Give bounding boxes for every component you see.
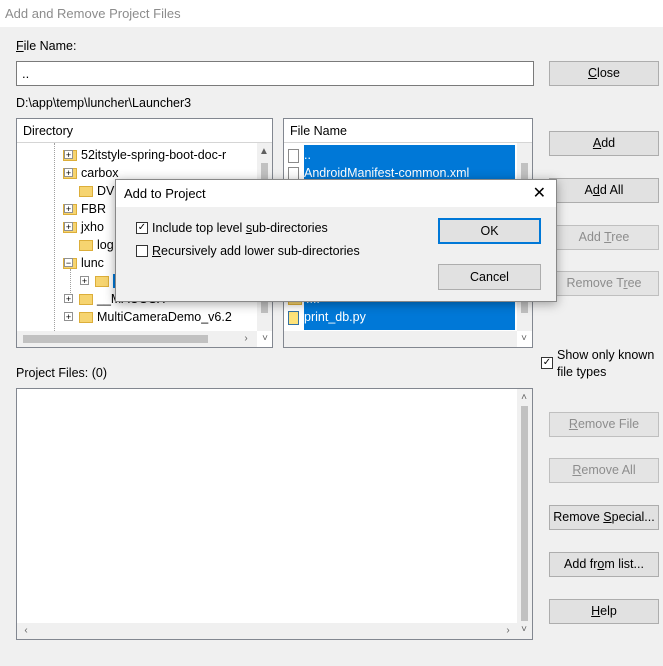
close-button[interactable]: Close bbox=[549, 61, 659, 86]
folder-icon bbox=[79, 240, 93, 252]
add-from-list-button[interactable]: Add from list... bbox=[549, 552, 659, 577]
file-horizontal-scrollbar[interactable] bbox=[284, 331, 517, 347]
expand-icon[interactable]: + bbox=[64, 312, 73, 322]
directory-header[interactable]: Directory bbox=[17, 119, 272, 143]
project-files-vertical-scrollbar[interactable]: ˄ ˅ bbox=[517, 389, 532, 639]
cancel-button[interactable]: Cancel bbox=[438, 264, 541, 290]
add-button[interactable]: Add bbox=[549, 131, 659, 156]
window-title: Add and Remove Project Files bbox=[5, 6, 181, 21]
add-tree-button[interactable]: Add Tree bbox=[549, 225, 659, 250]
expand-icon[interactable]: + bbox=[64, 204, 73, 214]
dir-item-log[interactable]: log bbox=[79, 236, 114, 254]
scroll-thumb[interactable] bbox=[521, 406, 528, 621]
add-to-project-dialog: Add to Project ✕ ✓ Include top level sub… bbox=[115, 179, 557, 302]
recursively-add-label: Recursively add lower sub-directories bbox=[152, 244, 360, 258]
show-only-known-label: Show only known file types bbox=[557, 348, 655, 379]
scroll-down-icon[interactable]: ˅ bbox=[258, 333, 272, 344]
scroll-right-icon[interactable]: › bbox=[501, 625, 515, 636]
close-icon[interactable]: ✕ bbox=[533, 183, 546, 203]
current-path: D:\app\temp\luncher\Launcher3 bbox=[16, 96, 192, 110]
remove-all-button[interactable]: Remove All bbox=[549, 458, 659, 483]
show-only-known-checkbox[interactable]: ✓ bbox=[541, 357, 553, 369]
folder-icon bbox=[79, 294, 93, 306]
file-name-header[interactable]: File Name bbox=[284, 119, 532, 143]
title-bar: Add and Remove Project Files bbox=[0, 0, 663, 27]
dialog-title: Add to Project bbox=[124, 186, 206, 201]
add-all-button[interactable]: Add All bbox=[549, 178, 659, 203]
file-name-label: File Name: bbox=[16, 39, 77, 53]
directory-horizontal-scrollbar[interactable]: › bbox=[17, 331, 257, 347]
file-name-input[interactable]: .. bbox=[16, 61, 534, 86]
remove-file-button[interactable]: Remove File bbox=[549, 412, 659, 437]
expand-icon[interactable]: + bbox=[64, 150, 73, 160]
folder-icon bbox=[79, 186, 93, 198]
python-file-icon bbox=[288, 310, 299, 325]
scroll-thumb[interactable] bbox=[23, 335, 208, 343]
dialog-title-bar: Add to Project ✕ bbox=[116, 180, 556, 207]
project-files-list[interactable]: ˄ ˅ ‹ › bbox=[16, 388, 533, 640]
expand-icon[interactable]: + bbox=[80, 276, 89, 286]
file-item-print-db[interactable]: print_db.py bbox=[288, 308, 366, 326]
folder-icon bbox=[95, 276, 109, 288]
scroll-up-icon[interactable]: ▲ bbox=[257, 146, 271, 157]
dir-item-52itstyle[interactable]: 52itstyle-spring-boot-doc-r bbox=[63, 146, 226, 164]
expand-icon[interactable]: + bbox=[64, 294, 73, 304]
help-button[interactable]: Help bbox=[549, 599, 659, 624]
remove-special-button[interactable]: Remove Special... bbox=[549, 505, 659, 530]
collapse-icon[interactable]: − bbox=[64, 258, 73, 268]
tree-line bbox=[54, 143, 55, 333]
file-icon bbox=[288, 148, 299, 163]
scroll-right-icon[interactable]: › bbox=[239, 333, 253, 344]
scroll-up-icon[interactable]: ˄ bbox=[517, 392, 531, 403]
recursively-add-checkbox[interactable] bbox=[136, 245, 148, 257]
expand-icon[interactable]: + bbox=[64, 168, 73, 178]
include-top-level-label: Include top level sub-directories bbox=[152, 221, 328, 235]
remove-tree-button[interactable]: Remove Tree bbox=[549, 271, 659, 296]
scroll-down-icon[interactable]: ˅ bbox=[517, 624, 531, 635]
dir-item-multicamera[interactable]: MultiCameraDemo_v6.2 bbox=[79, 308, 232, 326]
file-item-parent[interactable]: .. bbox=[288, 146, 311, 164]
folder-icon bbox=[79, 312, 93, 324]
project-files-horizontal-scrollbar[interactable]: ‹ › bbox=[17, 623, 517, 639]
ok-button[interactable]: OK bbox=[438, 218, 541, 244]
scroll-left-icon[interactable]: ‹ bbox=[19, 625, 33, 636]
project-files-label: Project Files: (0) bbox=[16, 366, 107, 380]
expand-icon[interactable]: + bbox=[64, 222, 73, 232]
scroll-down-icon[interactable]: ˅ bbox=[517, 333, 531, 344]
include-top-level-checkbox[interactable]: ✓ bbox=[136, 222, 148, 234]
